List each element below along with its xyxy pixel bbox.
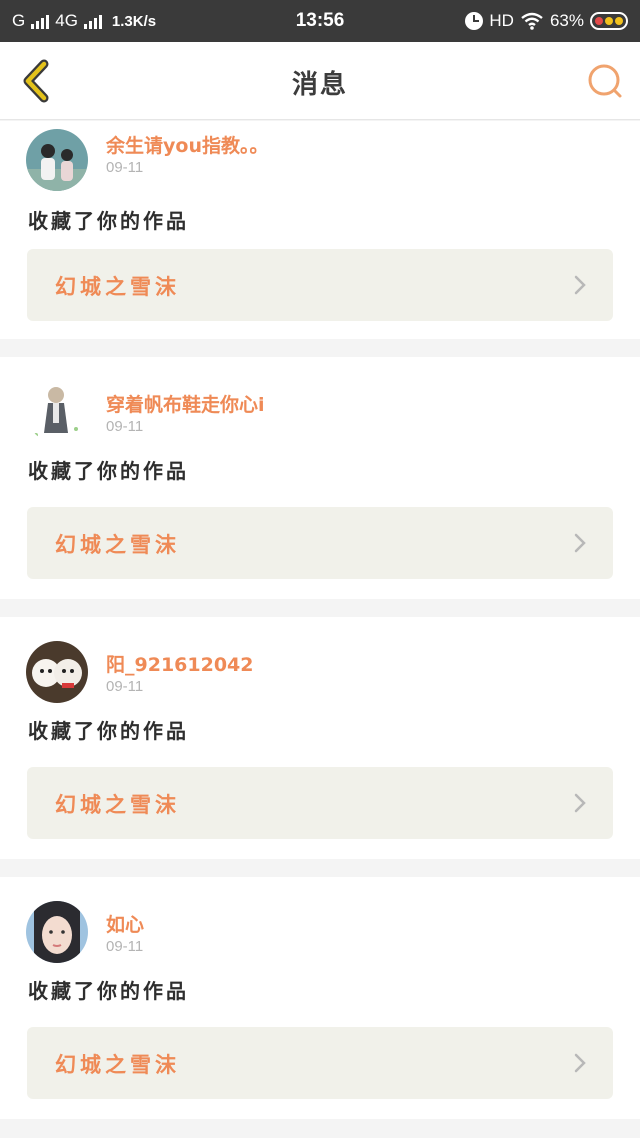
signal-icon <box>31 14 50 29</box>
message-date: 09-11 <box>106 159 144 176</box>
status-right: HD 63% <box>465 11 628 31</box>
list-item: 穿着帆布鞋走你心i 09-11 收藏了你的作品 幻城之雪沫 <box>0 357 640 599</box>
avatar[interactable] <box>26 901 88 963</box>
network-label: 4G <box>55 11 78 30</box>
hd-label: HD <box>489 11 514 30</box>
battery-percent: 63% <box>549 11 584 30</box>
list-item: 阳_921612042 09-11 收藏了你的作品 幻城之雪沫 <box>0 617 640 859</box>
username[interactable]: 如心 <box>106 910 144 937</box>
work-title: 幻城之雪沫 <box>55 533 180 557</box>
message-date: 09-11 <box>106 678 144 695</box>
action-text: 收藏了你的作品 <box>28 209 189 233</box>
wifi-icon <box>521 12 543 30</box>
work-link[interactable]: 幻城之雪沫 <box>27 1027 613 1099</box>
chevron-right-icon <box>574 793 586 813</box>
work-link[interactable]: 幻城之雪沫 <box>27 249 613 321</box>
avatar[interactable] <box>26 641 88 703</box>
list-item: 如心 09-11 收藏了你的作品 幻城之雪沫 <box>0 877 640 1119</box>
message-header: 余生请you指教。。 09-11 <box>26 129 586 193</box>
action-text: 收藏了你的作品 <box>28 459 189 483</box>
username[interactable]: 阳_921612042 <box>106 650 253 677</box>
work-link[interactable]: 幻城之雪沫 <box>27 507 613 579</box>
work-title: 幻城之雪沫 <box>55 275 180 299</box>
message-list: 余生请you指教。。 09-11 收藏了你的作品 幻城之雪沫 穿着帆布鞋走你心i… <box>0 121 640 1137</box>
chevron-right-icon <box>574 1053 586 1073</box>
alarm-icon <box>465 12 484 30</box>
action-text: 收藏了你的作品 <box>28 979 189 1003</box>
work-link[interactable]: 幻城之雪沫 <box>27 767 613 839</box>
message-header: 穿着帆布鞋走你心i 09-11 <box>26 381 586 445</box>
message-header: 阳_921612042 09-11 <box>26 641 586 705</box>
chevron-right-icon <box>574 533 586 553</box>
work-title: 幻城之雪沫 <box>55 1053 180 1077</box>
list-item: 余生请you指教。。 09-11 收藏了你的作品 幻城之雪沫 <box>0 121 640 339</box>
signal-icon-2 <box>83 14 102 29</box>
page-title: 消息 <box>291 70 348 100</box>
nav-bar: 消息 <box>0 42 640 120</box>
battery-icon <box>590 12 628 30</box>
avatar[interactable] <box>26 381 88 443</box>
work-title: 幻城之雪沫 <box>55 793 180 817</box>
message-date: 09-11 <box>106 938 144 955</box>
username[interactable]: 余生请you指教。。 <box>106 131 268 158</box>
action-text: 收藏了你的作品 <box>28 719 189 743</box>
message-header: 如心 09-11 <box>26 901 586 965</box>
network-speed: 1.3K/s <box>111 12 157 30</box>
search-icon[interactable] <box>586 62 624 100</box>
status-bar: G 4G 1.3K/s 13:56 HD 63% <box>0 0 640 42</box>
avatar[interactable] <box>26 129 88 191</box>
message-date: 09-11 <box>106 418 144 435</box>
chevron-right-icon <box>574 275 586 295</box>
carrier-label: G <box>12 11 26 30</box>
username[interactable]: 穿着帆布鞋走你心i <box>106 390 265 417</box>
status-left: G 4G 1.3K/s <box>12 11 156 31</box>
